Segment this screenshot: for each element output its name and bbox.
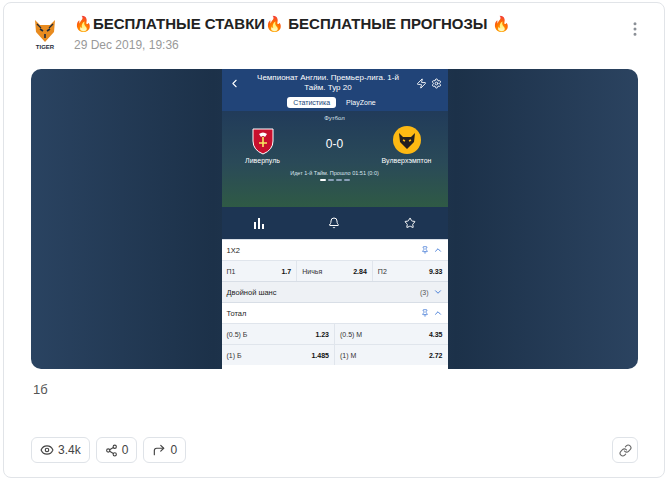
odds-cell[interactable]: (1) М 2.72 [334, 345, 448, 365]
share-icon [105, 444, 118, 457]
post-menu-button[interactable] [626, 14, 644, 38]
stat-count: 0 [122, 443, 129, 457]
pin-icon[interactable] [421, 246, 429, 254]
odds-row: (1) Б 1.485 (1) М 2.72 [222, 344, 448, 365]
odds-cell[interactable]: П1 1.7 [222, 261, 297, 281]
gear-icon[interactable] [431, 78, 442, 89]
odds-value: 2.72 [429, 352, 443, 359]
app-title: Чемпионат Англии. Премьер-лига. 1-й Тайм… [245, 73, 412, 93]
sport-label: Футбол [324, 115, 344, 121]
lightning-icon[interactable] [416, 78, 427, 89]
odds-label: (1) Б [227, 352, 242, 359]
wolves-crest-icon [392, 125, 422, 155]
market-count: (3) [420, 289, 429, 296]
channel-title[interactable]: 🔥БЕСПЛАТНЫЕ СТАВКИ🔥 БЕСПЛАТНЫЕ ПРОГНОЗЫ … [74, 14, 612, 34]
liverpool-crest-icon [249, 125, 277, 155]
pin-icon[interactable] [421, 309, 429, 317]
stat-count: 3.4k [58, 443, 81, 457]
reposts-button[interactable]: 0 [143, 437, 186, 463]
odds-value: 1.23 [315, 331, 329, 338]
more-icon [626, 20, 644, 38]
match-toolbar [222, 207, 448, 239]
shares-button[interactable]: 0 [96, 437, 138, 463]
avatar-label: TIGER [36, 44, 54, 50]
tiger-logo-icon [32, 16, 58, 44]
odds-row: П1 1.7 Ничья 2.84 П2 9.33 [222, 260, 448, 281]
app-tab[interactable]: Статистика [287, 97, 336, 108]
odds-label: П1 [227, 268, 236, 275]
teams-row: Ливерпуль 0-0 Вулверхэмптон [222, 121, 448, 164]
app-tab[interactable]: PlayZone [340, 97, 382, 108]
stat-count: 0 [170, 443, 177, 457]
link-icon [619, 444, 632, 457]
post-text: 1б [33, 382, 664, 397]
page-dots [320, 179, 350, 181]
page-dot [328, 179, 334, 181]
odds-cell[interactable]: (1) Б 1.485 [222, 345, 335, 365]
post-head-text: 🔥БЕСПЛАТНЫЕ СТАВКИ🔥 БЕСПЛАТНЫЕ ПРОГНОЗЫ … [74, 14, 612, 52]
team-name: Ливерпуль [245, 157, 280, 164]
odds-label: (1) М [340, 352, 356, 359]
post-footer: 3.4k 0 0 [4, 437, 664, 477]
post-header: TIGER 🔥БЕСПЛАТНЫЕ СТАВКИ🔥 БЕСПЛАТНЫЕ ПРОГ… [4, 3, 664, 59]
team-name: Вулверхэмптон [382, 157, 432, 164]
odds-value: 1.485 [311, 352, 329, 359]
odds-cell[interactable]: (0.5) Б 1.23 [222, 324, 335, 344]
bell-icon[interactable] [328, 217, 340, 229]
away-team: Вулверхэмптон [372, 125, 442, 164]
odds-value: 4.35 [429, 331, 443, 338]
market-header[interactable]: Тотал [222, 302, 448, 323]
collapse-icon[interactable] [433, 308, 443, 318]
market-header[interactable]: 1X2 [222, 239, 448, 260]
odds-label: (0.5) М [340, 331, 362, 338]
odds-value: 1.7 [281, 268, 291, 275]
odds-label: Ничья [302, 268, 322, 275]
market-title: 1X2 [227, 246, 417, 255]
betting-app-screenshot: Чемпионат Англии. Премьер-лига. 1-й Тайм… [222, 69, 448, 369]
page-dot [320, 179, 326, 181]
views-button[interactable]: 3.4k [31, 437, 90, 463]
odds-label: (0.5) Б [227, 331, 248, 338]
post-date: 29 Dec 2019, 19:36 [74, 38, 612, 52]
copy-link-button[interactable] [612, 437, 638, 463]
market-header[interactable]: Двойной шанс (3) [222, 281, 448, 302]
home-team: Ливерпуль [228, 125, 298, 164]
statistics-icon[interactable] [253, 217, 265, 229]
star-icon[interactable] [404, 217, 416, 229]
match-status: Идет 1-й Тайм. Прошло 01:51 (0:0) [290, 170, 379, 176]
page-dot [344, 179, 350, 181]
app-top-bar: Чемпионат Англии. Премьер-лига. 1-й Тайм… [222, 69, 448, 97]
collapse-icon[interactable] [433, 245, 443, 255]
market-title: Двойной шанс [227, 288, 416, 297]
page-dot [336, 179, 342, 181]
eye-icon [40, 443, 54, 457]
odds-row: (0.5) Б 1.23 (0.5) М 4.35 [222, 323, 448, 344]
expand-icon[interactable] [433, 287, 443, 297]
match-score: 0-0 [326, 137, 343, 151]
odds-value: 9.33 [429, 268, 443, 275]
odds-cell[interactable]: (0.5) М 4.35 [334, 324, 448, 344]
match-panel: Футбол Ливерпуль 0-0 ВулверхэмптонИдет 1-й … [222, 111, 448, 207]
odds-label: П2 [378, 268, 387, 275]
channel-avatar[interactable]: TIGER [30, 16, 60, 52]
odds-value: 2.84 [353, 268, 367, 275]
odds-cell[interactable]: П2 9.33 [372, 261, 448, 281]
market-title: Тотал [227, 309, 417, 318]
post-image[interactable]: Чемпионат Англии. Премьер-лига. 1-й Тайм… [31, 69, 638, 369]
repost-icon [152, 443, 166, 457]
back-icon[interactable] [228, 77, 241, 90]
odds-cell[interactable]: Ничья 2.84 [296, 261, 372, 281]
post-card: TIGER 🔥БЕСПЛАТНЫЕ СТАВКИ🔥 БЕСПЛАТНЫЕ ПРОГ… [3, 2, 665, 478]
app-tabs: Статистика PlayZone [222, 97, 448, 111]
